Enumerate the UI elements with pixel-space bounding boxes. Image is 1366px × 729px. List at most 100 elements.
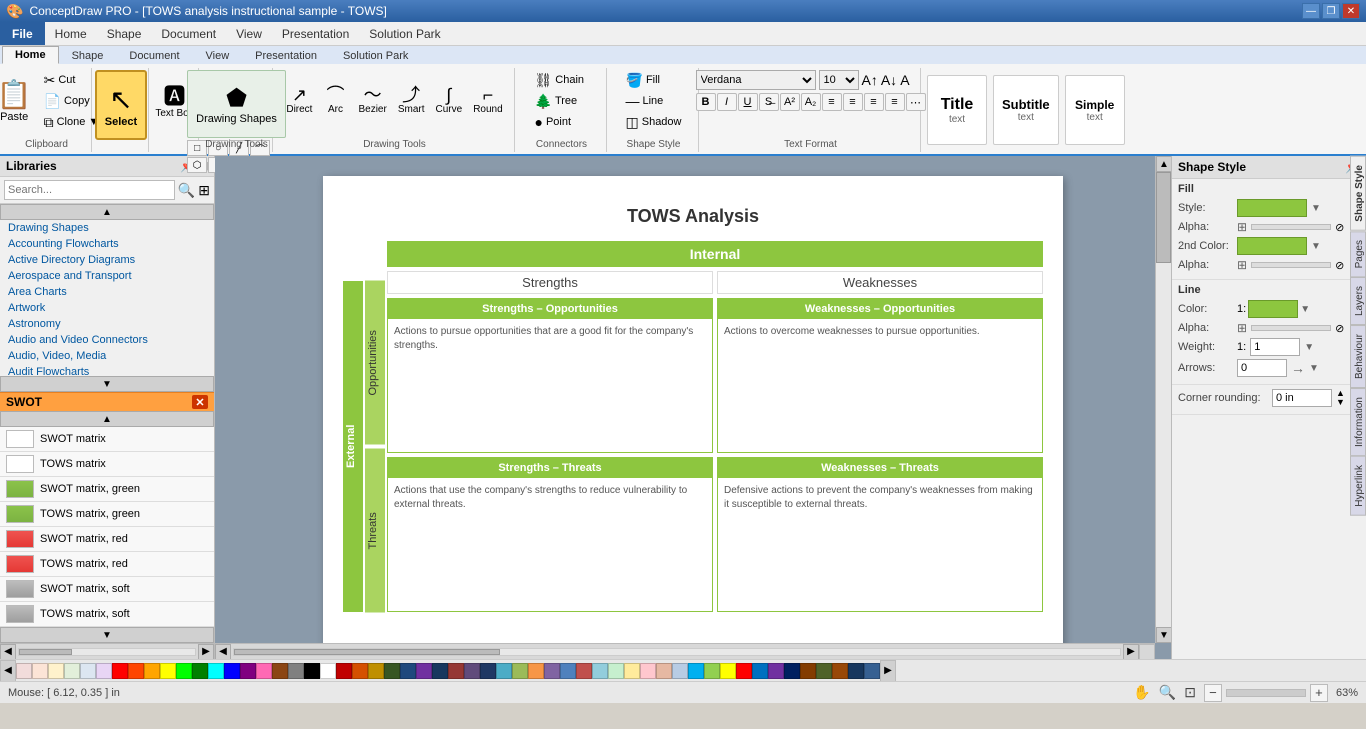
swot-hscroll-left[interactable]: ◀ (0, 644, 16, 660)
palette-color-7[interactable] (128, 663, 144, 679)
vscroll-up[interactable]: ▲ (1156, 156, 1171, 172)
shadow-button[interactable]: ◫ Shadow (623, 112, 685, 132)
palette-color-32[interactable] (528, 663, 544, 679)
underline-button[interactable]: U (738, 93, 758, 111)
swot-item-0[interactable]: SWOT matrix (0, 427, 214, 452)
palette-color-6[interactable] (112, 663, 128, 679)
palette-color-48[interactable] (784, 663, 800, 679)
swot-hscroll-track[interactable] (18, 648, 196, 656)
font-family-select[interactable]: Verdana (696, 70, 816, 90)
palette-color-49[interactable] (800, 663, 816, 679)
vtab-layers[interactable]: Layers (1350, 277, 1366, 325)
lib-item-drawing-shapes[interactable]: Drawing Shapes (0, 220, 214, 236)
swot-item-7[interactable]: TOWS matrix, soft (0, 602, 214, 627)
tab-view[interactable]: View (193, 47, 243, 64)
palette-color-5[interactable] (96, 663, 112, 679)
line-alpha-reset[interactable]: ⊘ (1335, 322, 1344, 335)
line-alpha-slider[interactable] (1251, 325, 1331, 331)
palette-color-40[interactable] (656, 663, 672, 679)
direct-button[interactable]: ↗ Direct (282, 70, 316, 130)
palette-color-10[interactable] (176, 663, 192, 679)
subtitle-text-preset[interactable]: Subtitle text (993, 75, 1059, 145)
palette-color-12[interactable] (208, 663, 224, 679)
swot-item-2[interactable]: SWOT matrix, green (0, 477, 214, 502)
palette-color-15[interactable] (256, 663, 272, 679)
font-shrink-btn[interactable]: A↓ (881, 72, 897, 88)
file-menu[interactable]: File (0, 22, 45, 45)
corner-spin-down[interactable]: ▼ (1336, 398, 1345, 407)
palette-color-14[interactable] (240, 663, 256, 679)
palette-color-35[interactable] (576, 663, 592, 679)
palette-color-8[interactable] (144, 663, 160, 679)
vtab-hyperlink[interactable]: Hyperlink (1350, 456, 1366, 516)
arc-button[interactable]: ⌒ Arc (319, 70, 351, 130)
tree-button[interactable]: 🌲 Tree (532, 91, 592, 111)
tab-solution-park[interactable]: Solution Park (330, 47, 421, 64)
curve-button[interactable]: ∫ Curve (432, 70, 467, 130)
lib-item-aerospace[interactable]: Aerospace and Transport (0, 268, 214, 284)
palette-color-24[interactable] (400, 663, 416, 679)
vscroll-track[interactable] (1156, 172, 1171, 627)
vtab-shape-style[interactable]: Shape Style (1350, 156, 1366, 231)
library-search-input[interactable] (4, 180, 175, 200)
line-color-btn[interactable] (1248, 300, 1298, 318)
palette-color-52[interactable] (848, 663, 864, 679)
swot-item-6[interactable]: SWOT matrix, soft (0, 577, 214, 602)
lib-item-av-connectors[interactable]: Audio and Video Connectors (0, 332, 214, 348)
palette-color-50[interactable] (816, 663, 832, 679)
swot-hscroll[interactable]: ◀ ▶ (0, 643, 214, 659)
swot-scroll-down[interactable]: ▼ (0, 627, 214, 643)
shape-poly[interactable]: ⬡ (187, 157, 207, 173)
fill-2nd-dropdown[interactable]: ▼ (1311, 241, 1321, 252)
palette-color-34[interactable] (560, 663, 576, 679)
palette-color-28[interactable] (464, 663, 480, 679)
align-left-btn[interactable]: ≡ (822, 93, 842, 111)
minimize-btn[interactable]: — (1302, 3, 1320, 19)
bezier-button[interactable]: 〜 Bezier (354, 70, 390, 130)
hscroll-track[interactable] (233, 648, 1121, 656)
palette-color-25[interactable] (416, 663, 432, 679)
palette-color-30[interactable] (496, 663, 512, 679)
tab-presentation[interactable]: Presentation (242, 47, 330, 64)
align-center-btn[interactable]: ≡ (843, 93, 863, 111)
lib-item-audit[interactable]: Audit Flowcharts (0, 364, 214, 376)
fill-style-dropdown[interactable]: ▼ (1311, 203, 1321, 214)
palette-color-37[interactable] (608, 663, 624, 679)
font-grow-btn[interactable]: A↑ (862, 72, 878, 88)
line-weight-input[interactable] (1250, 338, 1300, 356)
palette-color-18[interactable] (304, 663, 320, 679)
lib-scroll-down[interactable]: ▼ (0, 376, 214, 392)
palette-scroll-right[interactable]: ▶ (880, 660, 896, 682)
palette-color-27[interactable] (448, 663, 464, 679)
palette-color-20[interactable] (336, 663, 352, 679)
paste-button[interactable]: 📋 Paste (0, 70, 38, 130)
zoom-in-btn[interactable]: + (1310, 684, 1328, 702)
vscroll-thumb[interactable] (1156, 172, 1171, 263)
window-controls[interactable]: — ❐ ✕ (1302, 3, 1360, 19)
superscript-button[interactable]: A² (780, 93, 800, 111)
font-color-btn[interactable]: A (900, 72, 909, 88)
palette-color-33[interactable] (544, 663, 560, 679)
hand-tool-icon[interactable]: ✋ (1133, 684, 1150, 701)
fill-2nd-alpha-slider[interactable] (1251, 262, 1331, 268)
presentation-menu[interactable]: Presentation (272, 24, 359, 44)
palette-color-29[interactable] (480, 663, 496, 679)
palette-color-42[interactable] (688, 663, 704, 679)
palette-color-21[interactable] (352, 663, 368, 679)
zoom-out-btn[interactable]: − (1204, 684, 1222, 702)
document-menu[interactable]: Document (151, 24, 226, 44)
line-color-dropdown[interactable]: ▼ (1300, 304, 1310, 315)
tab-document[interactable]: Document (116, 47, 192, 64)
swot-hscroll-thumb[interactable] (19, 649, 72, 655)
palette-color-13[interactable] (224, 663, 240, 679)
palette-color-11[interactable] (192, 663, 208, 679)
palette-color-39[interactable] (640, 663, 656, 679)
zoom-out-icon[interactable]: 🔍 (1159, 684, 1176, 701)
more-format-btn[interactable]: ⋯ (906, 93, 926, 111)
swot-close-button[interactable]: ✕ (192, 395, 208, 409)
palette-color-46[interactable] (752, 663, 768, 679)
round-button[interactable]: ⌐ Round (469, 70, 506, 130)
strikethrough-button[interactable]: S̶ (759, 93, 779, 111)
smart-button[interactable]: ⤴ Smart (394, 70, 429, 130)
palette-color-31[interactable] (512, 663, 528, 679)
